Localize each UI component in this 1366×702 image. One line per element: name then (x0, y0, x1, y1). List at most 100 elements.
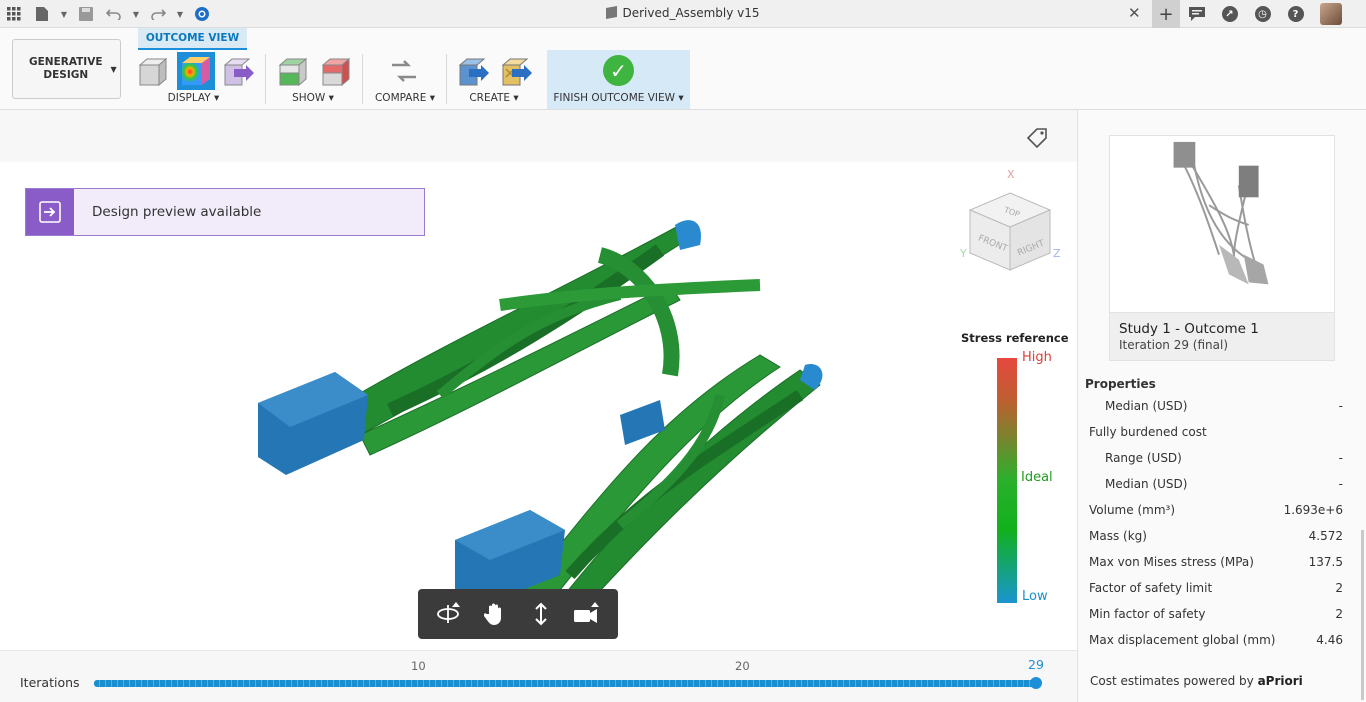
stress-display-icon[interactable] (177, 52, 215, 90)
comments-icon[interactable] (1180, 0, 1213, 28)
property-value: 1.693e+6 (1283, 503, 1343, 517)
help-icon[interactable]: ? (1279, 0, 1312, 28)
show-preserve-geometry-icon[interactable] (277, 55, 309, 87)
outcome-caption: Study 1 - Outcome 1 Iteration 29 (final) (1109, 313, 1335, 361)
property-value: 4.46 (1316, 633, 1343, 647)
clock-icon[interactable]: ◷ (1246, 0, 1279, 28)
title-bar: ▼ ▼ ▼ Derived_Assembly v15 ✕ + ↗ ◷ ? (0, 0, 1366, 28)
toolbar-ribbon: GENERATIVE DESIGN ▼ OUTCOME VIEW DISPLAY… (0, 28, 1366, 110)
property-label: Mass (kg) (1089, 529, 1147, 543)
property-value: - (1338, 477, 1343, 491)
camera-icon[interactable] (571, 598, 603, 630)
apriori-logo[interactable]: aPriori (1258, 674, 1303, 688)
material-display-icon[interactable] (137, 55, 169, 87)
file-menu-chevron-icon[interactable]: ▼ (56, 0, 72, 28)
banner-message: Design preview available (92, 204, 262, 220)
undo-icon[interactable] (100, 0, 128, 28)
property-value: 2 (1335, 607, 1343, 621)
property-value: 2 (1335, 581, 1343, 595)
tab-outcome-view[interactable]: OUTCOME VIEW (138, 28, 247, 50)
redo-icon[interactable] (144, 0, 172, 28)
workspace-icon[interactable] (188, 0, 216, 28)
view-cube[interactable]: TOP FRONT RIGHT X Y Z (955, 165, 1065, 275)
property-row: Median (USD) - (1078, 477, 1343, 493)
axis-z-label: Z (1053, 247, 1061, 260)
finish-outcome-view-button[interactable]: ✓ FINISH OUTCOME VIEW ▾ (547, 50, 690, 109)
property-label: Fully burdened cost (1089, 425, 1207, 439)
panel-scrollbar[interactable] (1361, 530, 1364, 700)
iterations-slider-handle[interactable] (1030, 677, 1042, 689)
property-label: Median (USD) (1105, 477, 1188, 491)
save-icon[interactable] (72, 0, 100, 28)
close-tab-icon[interactable]: ✕ (1128, 4, 1141, 22)
stress-reference-title: Stress reference (961, 331, 1069, 345)
generative-outcome-model[interactable] (240, 195, 840, 605)
outcome-title: Study 1 - Outcome 1 (1119, 321, 1259, 337)
properties-heading: Properties (1085, 377, 1156, 391)
iterations-slider-track[interactable] (94, 680, 1036, 687)
property-label: Factor of safety limit (1089, 581, 1213, 595)
property-label: Median (USD) (1105, 399, 1188, 413)
displacement-display-icon[interactable] (222, 55, 254, 87)
job-status-icon[interactable]: ↗ (1213, 0, 1246, 28)
navigation-bar (418, 589, 618, 639)
iteration-tick: 20 (735, 659, 750, 673)
workspace-chevron-down-icon: ▼ (110, 64, 117, 74)
property-label: Volume (mm³) (1089, 503, 1175, 517)
property-row: Volume (mm³) 1.693e+6 (1078, 503, 1343, 519)
tag-icon[interactable] (1024, 125, 1050, 151)
ribbon-divider (362, 54, 363, 104)
viewport[interactable]: Design preview available TOP FRONT RIGHT… (0, 110, 1077, 702)
credit-prefix: Cost estimates powered by (1090, 674, 1254, 688)
viewport-header (0, 110, 1077, 162)
new-tab-button[interactable]: + (1152, 0, 1180, 28)
property-value: 4.572 (1308, 529, 1343, 543)
property-row: Max von Mises stress (MPa) 137.5 (1078, 555, 1343, 571)
property-row: Range (USD) - (1078, 451, 1343, 467)
display-group-label[interactable]: DISPLAY ▾ (150, 92, 237, 104)
file-icon[interactable] (28, 0, 56, 28)
iterations-bar: Iterations 10 20 29 (0, 650, 1077, 702)
show-group-label[interactable]: SHOW ▾ (275, 92, 351, 104)
workspace-label-line1: GENERATIVE (29, 56, 103, 68)
zoom-arrows-icon[interactable] (525, 598, 557, 630)
compare-arrows-icon[interactable] (388, 55, 420, 87)
property-label: Min factor of safety (1089, 607, 1206, 621)
pan-hand-icon[interactable] (479, 598, 511, 630)
document-cube-icon (606, 6, 618, 19)
open-preview-icon[interactable] (26, 189, 74, 235)
property-value: - (1338, 451, 1343, 465)
property-label: Max displacement global (mm) (1089, 633, 1276, 647)
cost-estimate-credit: Cost estimates powered by aPriori (1090, 674, 1303, 688)
property-row: Mass (kg) 4.572 (1078, 529, 1343, 545)
ribbon-divider (265, 54, 266, 104)
stress-color-scale (997, 358, 1017, 603)
property-row: Fully burdened cost (1078, 425, 1343, 441)
orbit-icon[interactable] (433, 598, 465, 630)
axis-x-label: X (1007, 168, 1015, 181)
workspace-label-line2: DESIGN (43, 69, 89, 81)
undo-chevron-icon[interactable]: ▼ (128, 0, 144, 28)
property-value: - (1338, 399, 1343, 413)
property-label: Range (USD) (1105, 451, 1182, 465)
ribbon-divider (446, 54, 447, 104)
show-obstacle-geometry-icon[interactable] (320, 55, 352, 87)
property-value: 137.5 (1308, 555, 1343, 569)
property-row: Max displacement global (mm) 4.46 (1078, 633, 1343, 649)
redo-chevron-icon[interactable]: ▼ (172, 0, 188, 28)
iteration-tick: 10 (411, 659, 426, 673)
stress-ideal-label: Ideal (1021, 470, 1053, 485)
outcome-thumbnail[interactable] (1109, 135, 1335, 313)
iterations-label: Iterations (20, 675, 80, 690)
property-row: Median (USD) - (1078, 399, 1343, 415)
app-grid-icon[interactable] (0, 0, 28, 28)
user-avatar[interactable] (1320, 3, 1342, 25)
compare-group-label[interactable]: COMPARE ▾ (369, 92, 441, 104)
workspace-switcher-button[interactable]: GENERATIVE DESIGN ▼ (12, 39, 121, 99)
create-group-label[interactable]: CREATE ▾ (452, 92, 536, 104)
create-design-from-outcome-icon[interactable] (457, 55, 489, 87)
property-row: Min factor of safety 2 (1078, 607, 1343, 623)
property-label: Max von Mises stress (MPa) (1089, 555, 1254, 569)
outcome-subtitle: Iteration 29 (final) (1119, 338, 1229, 352)
export-outcome-icon[interactable] (500, 55, 532, 87)
